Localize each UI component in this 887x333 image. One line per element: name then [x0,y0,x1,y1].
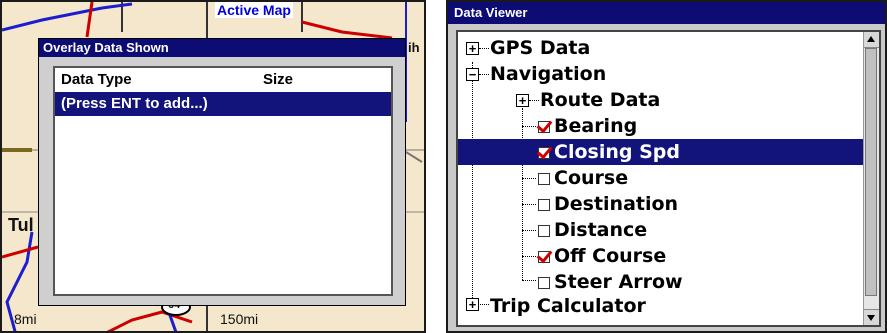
scroll-up-arrow-icon[interactable] [864,32,879,48]
tree-item-closing-spd[interactable]: Closing Spd [458,139,866,165]
tree-item-label: GPS Data [490,37,591,59]
map-screen: Active Map Tul ih 64 8mi 150mi Overlay D… [0,0,426,333]
collapse-minus-icon[interactable]: − [466,68,479,81]
active-map-label: Active Map [215,2,293,18]
tree-item-off-course[interactable]: Off Course [538,243,666,269]
tree-item-gps-data[interactable]: GPS Data [490,35,590,61]
add-data-row[interactable]: (Press ENT to add...) [55,92,391,116]
tree-connector [529,100,539,101]
tree-connector [522,256,536,257]
vertical-scrollbar[interactable] [863,32,879,325]
tree-item-label: Closing Spd [554,141,680,163]
tree-item-label: Navigation [490,63,607,85]
checkbox-empty-icon[interactable] [538,173,550,185]
list-header: Data Type Size [55,68,391,92]
expand-plus-icon[interactable]: + [466,42,479,55]
tree-item-distance[interactable]: Distance [538,217,647,243]
tree-item-trip-calculator[interactable]: Trip Calculator [490,293,646,319]
map-scale-left: 8mi [14,311,37,327]
tree-connector [522,204,536,205]
tree-connector [479,74,489,75]
tree-item-course[interactable]: Course [538,165,628,191]
checkbox-checked-icon[interactable] [538,147,550,159]
tree-item-label: Route Data [540,89,661,111]
data-viewer-screen: Data Viewer + − + + GPS Data Navigation … [446,0,887,333]
tree-item-label: Trip Calculator [490,295,646,317]
tree-connector [522,178,536,179]
tree-connector [522,280,536,281]
checkbox-checked-icon[interactable] [538,251,550,263]
checkbox-empty-icon[interactable] [538,277,550,289]
tree-item-route-data[interactable]: Route Data [540,87,660,113]
tree-connector [522,230,536,231]
checkbox-empty-icon[interactable] [538,199,550,211]
overlay-data-list: Data Type Size (Press ENT to add...) [53,66,393,296]
tree-item-steer-arrow[interactable]: Steer Arrow [538,269,683,295]
scrollbar-thumb[interactable] [865,48,877,296]
map-scale-right: 150mi [220,311,259,327]
map-place-label: ih [408,40,420,55]
column-header-data-type: Data Type [61,71,132,88]
window-title: Data Viewer [448,2,885,24]
column-header-size: Size [263,71,294,88]
tree-connector [472,62,473,304]
checkbox-empty-icon[interactable] [538,225,550,237]
scroll-down-arrow-icon[interactable] [864,309,879,325]
tree-connector [522,108,523,280]
tree-item-label: Bearing [554,115,638,137]
tree-item-label: Distance [554,219,648,241]
checkbox-checked-icon[interactable] [538,121,550,133]
tree-item-bearing[interactable]: Bearing [538,113,637,139]
tree-item-label: Destination [554,193,679,215]
tree-item-label: Steer Arrow [554,271,683,293]
expand-plus-icon[interactable]: + [516,94,529,107]
tree-connector [522,126,536,127]
map-place-label: Tul [8,215,34,235]
expand-plus-icon[interactable]: + [466,298,479,311]
tree-connector [479,48,489,49]
tree-item-label: Off Course [554,245,667,267]
tree-item-label: Course [554,167,629,189]
tree-item-destination[interactable]: Destination [538,191,678,217]
data-tree: + − + + GPS Data Navigation Route Data B… [456,30,881,327]
dialog-title: Overlay Data Shown [39,39,405,57]
tree-item-navigation[interactable]: Navigation [490,61,606,87]
overlay-data-dialog: Overlay Data Shown Data Type Size (Press… [38,38,406,306]
